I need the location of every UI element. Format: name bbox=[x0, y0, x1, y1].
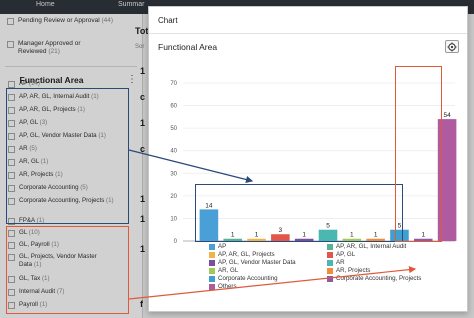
annotation-arrow-red bbox=[128, 266, 417, 300]
annotation-arrow-blue bbox=[128, 149, 254, 184]
annotation-arrows bbox=[128, 149, 417, 300]
